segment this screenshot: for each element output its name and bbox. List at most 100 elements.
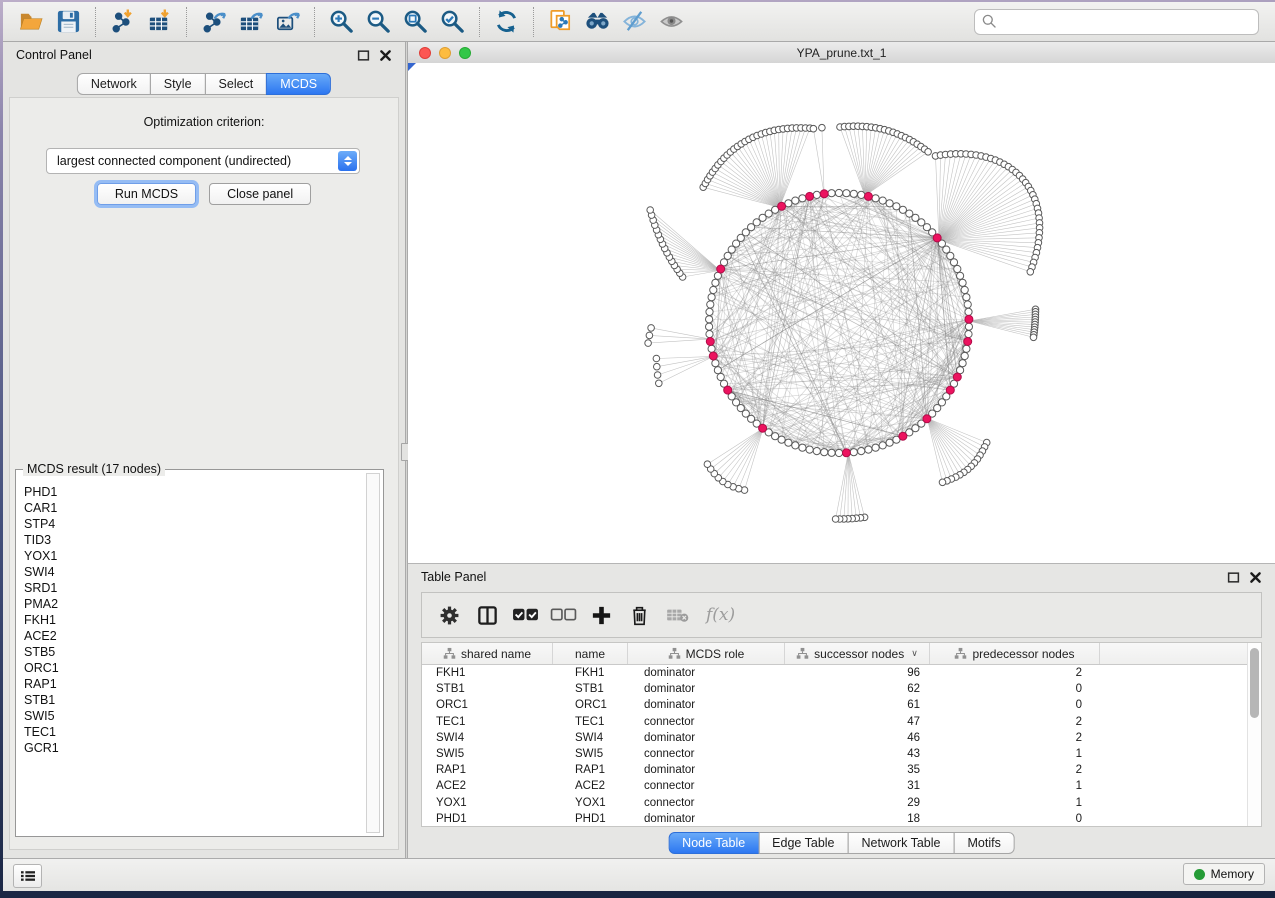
tab-network[interactable]: Network: [77, 73, 151, 95]
column-header-successor-nodes[interactable]: successor nodes∨: [785, 643, 930, 664]
column-label: shared name: [461, 647, 531, 661]
table-row[interactable]: ACE2ACE2connector311: [422, 778, 1261, 794]
network-copy-button[interactable]: [542, 6, 579, 38]
mcds-result-item[interactable]: PMA2: [24, 596, 366, 612]
mcds-result-item[interactable]: FKH1: [24, 612, 366, 628]
memory-status-dot: [1194, 869, 1205, 880]
zoom-out-button[interactable]: [360, 6, 397, 38]
table-settings-button[interactable]: [432, 597, 467, 633]
import-network-button[interactable]: [104, 6, 141, 38]
window-minimize-button[interactable]: [439, 47, 451, 59]
network-canvas[interactable]: [408, 63, 1275, 563]
delete-columns-button[interactable]: [622, 597, 657, 633]
toolbar-separator: [95, 7, 96, 37]
table-cell: 2: [930, 732, 1100, 744]
status-bar: Memory: [3, 858, 1275, 891]
show-all-button[interactable]: [653, 6, 690, 38]
zoom-selected-button[interactable]: [434, 6, 471, 38]
mcds-result-list[interactable]: PHD1CAR1STP4TID3YOX1SWI4SRD1PMA2FKH1ACE2…: [19, 480, 366, 833]
table-row[interactable]: YOX1YOX1connector291: [422, 795, 1261, 811]
mcds-result-item[interactable]: TID3: [24, 532, 366, 548]
table-cell: 62: [785, 683, 930, 695]
mcds-result-item[interactable]: SWI4: [24, 564, 366, 580]
table-row[interactable]: SWI5SWI5connector431: [422, 746, 1261, 762]
column-label: predecessor nodes: [972, 647, 1074, 661]
column-header-name[interactable]: name: [553, 643, 628, 664]
table-row[interactable]: STB1STB1dominator620: [422, 681, 1261, 697]
import-table-button[interactable]: [141, 6, 178, 38]
table-cell: 43: [785, 748, 930, 760]
table-row[interactable]: ORC1ORC1dominator610: [422, 697, 1261, 713]
mcds-result-item[interactable]: RAP1: [24, 676, 366, 692]
network-graph[interactable]: [408, 63, 1275, 563]
zoom-in-button[interactable]: [323, 6, 360, 38]
search-input[interactable]: [974, 9, 1259, 35]
mcds-result-item[interactable]: STB1: [24, 692, 366, 708]
tab-style[interactable]: Style: [150, 73, 206, 95]
close-control-panel-icon[interactable]: [379, 49, 392, 62]
run-mcds-button[interactable]: Run MCDS: [97, 183, 196, 205]
table-cell: 29: [785, 797, 930, 809]
mcds-result-item[interactable]: SWI5: [24, 708, 366, 724]
mcds-result-item[interactable]: ORC1: [24, 660, 366, 676]
mcds-result-item[interactable]: STB5: [24, 644, 366, 660]
toolbar-separator: [186, 7, 187, 37]
column-header-filler: [1100, 643, 1261, 664]
close-table-panel-icon[interactable]: [1249, 571, 1262, 584]
mcds-result-item[interactable]: YOX1: [24, 548, 366, 564]
tab-node-table[interactable]: Node Table: [668, 832, 759, 854]
float-table-panel-icon[interactable]: [1227, 571, 1240, 584]
close-mcds-panel-button[interactable]: Close panel: [209, 183, 311, 205]
deselect-all-columns-button[interactable]: [546, 597, 581, 633]
function-builder-button[interactable]: f(x): [706, 605, 735, 625]
export-network-button[interactable]: [195, 6, 232, 38]
mcds-result-item[interactable]: GCR1: [24, 740, 366, 756]
export-table-button[interactable]: [232, 6, 269, 38]
mcds-result-item[interactable]: ACE2: [24, 628, 366, 644]
table-row[interactable]: PHD1PHD1dominator180: [422, 811, 1261, 827]
float-control-panel-icon[interactable]: [357, 49, 370, 62]
table-cell: 35: [785, 764, 930, 776]
table-row[interactable]: SWI4SWI4dominator462: [422, 730, 1261, 746]
window-zoom-button[interactable]: [459, 47, 471, 59]
mcds-result-item[interactable]: PHD1: [24, 484, 366, 500]
table-scrollbar-thumb[interactable]: [1250, 648, 1259, 718]
select-all-columns-button[interactable]: [508, 597, 543, 633]
criterion-dropdown[interactable]: largest connected component (undirected): [46, 148, 360, 174]
window-close-button[interactable]: [419, 47, 431, 59]
table-cell: PHD1: [553, 813, 628, 825]
mcds-result-item[interactable]: SRD1: [24, 580, 366, 596]
tab-select[interactable]: Select: [205, 73, 268, 95]
mcds-result-item[interactable]: TEC1: [24, 724, 366, 740]
mcds-result-item[interactable]: STP4: [24, 516, 366, 532]
mcds-list-scrollbar[interactable]: [366, 473, 380, 833]
hide-selected-button[interactable]: [616, 6, 653, 38]
column-header-predecessor-nodes[interactable]: predecessor nodes: [930, 643, 1100, 664]
task-history-button[interactable]: [13, 864, 42, 888]
memory-button[interactable]: Memory: [1183, 863, 1265, 885]
tab-network-table[interactable]: Network Table: [848, 832, 955, 854]
table-row[interactable]: FKH1FKH1dominator962: [422, 665, 1261, 681]
column-type-icon: [668, 647, 681, 660]
toolbar-separator: [314, 7, 315, 37]
table-row[interactable]: RAP1RAP1dominator352: [422, 762, 1261, 778]
column-header-MCDS-role[interactable]: MCDS role: [628, 643, 785, 664]
export-image-button[interactable]: [269, 6, 306, 38]
table-row[interactable]: TEC1TEC1connector472: [422, 714, 1261, 730]
save-session-button[interactable]: [50, 6, 87, 38]
dropdown-stepper-icon: [338, 151, 357, 171]
zoom-fit-button[interactable]: [397, 6, 434, 38]
show-columns-button[interactable]: [470, 597, 505, 633]
delete-table-button[interactable]: [660, 597, 695, 633]
add-column-button[interactable]: [584, 597, 619, 633]
column-header-shared-name[interactable]: shared name: [422, 643, 553, 664]
mcds-result-item[interactable]: CAR1: [24, 500, 366, 516]
tab-mcds[interactable]: MCDS: [266, 73, 331, 95]
open-session-button[interactable]: [13, 6, 50, 38]
tab-motifs[interactable]: Motifs: [953, 832, 1014, 854]
first-neighbors-button[interactable]: [579, 6, 616, 38]
table-cell: dominator: [628, 667, 785, 679]
refresh-view-button[interactable]: [488, 6, 525, 38]
tab-edge-table[interactable]: Edge Table: [758, 832, 848, 854]
table-scrollbar[interactable]: [1247, 643, 1261, 826]
